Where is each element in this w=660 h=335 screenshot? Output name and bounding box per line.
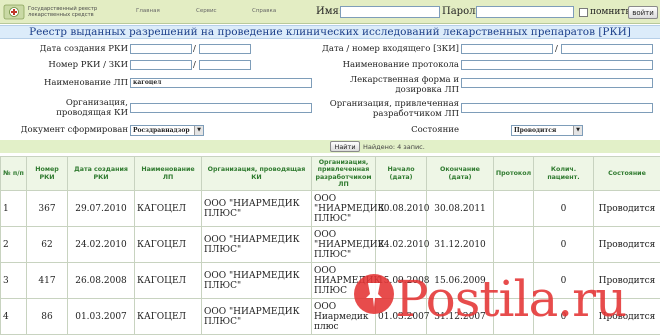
cell-dev-org: ООО "НИАРМЕДИК ПЛЮС" (311, 190, 385, 227)
status-select[interactable]: Проводится ▼ (511, 125, 583, 136)
date-input-2[interactable] (199, 44, 251, 54)
incoming-input-2[interactable] (561, 44, 653, 54)
cell-drug-name: КАГОЦЕЛ (134, 190, 202, 227)
found-count: Найдено: 4 запис. (363, 143, 425, 151)
number-label: Номер РКИ / ЗКИ (48, 60, 128, 70)
form-label: Лекарственная форма и дозировка ЛП (350, 75, 459, 95)
cell-org: ООО "НИАРМЕДИК ПЛЮС" (201, 298, 312, 335)
chevron-down-icon: ▼ (194, 126, 203, 135)
org-input[interactable] (130, 103, 312, 113)
doc-select[interactable]: Росздравнадзор ▼ (130, 125, 204, 136)
cell-patients: 0 (533, 226, 594, 263)
cell-rki-number[interactable]: 417 (26, 262, 68, 299)
cell-num: 4 (0, 298, 27, 335)
col-header-created[interactable]: Дата создания РКИ (67, 156, 135, 191)
page-title: Реестр выданных разрешений на проведение… (0, 25, 660, 39)
cell-created: 24.02.2010 (67, 226, 135, 263)
cell-dev-org: ООО "НИАРМЕДИК ПЛЮС" (311, 226, 385, 263)
table-row[interactable]: 2 62 24.02.2010 КАГОЦЕЛ ООО "НИАРМЕДИК П… (0, 226, 660, 263)
table-header-row: № п/п Номер РКИ Дата создания РКИ Наимен… (0, 156, 660, 191)
nav-service[interactable]: Сервис (196, 8, 217, 14)
cell-num: 3 (0, 262, 27, 299)
cell-num: 2 (0, 226, 27, 263)
remember-label: помнить (590, 7, 631, 17)
col-header-rki-number[interactable]: Номер РКИ (26, 156, 68, 191)
table-row[interactable]: 1 367 29.07.2010 КАГОЦЕЛ ООО "НИАРМЕДИК … (0, 190, 660, 227)
chevron-down-icon: ▼ (573, 126, 582, 135)
logo-icon (3, 4, 25, 20)
cell-start: 24.02.2010 (375, 226, 430, 263)
site-logo[interactable]: Государственный реестр лекарственных сре… (3, 3, 108, 21)
col-header-start[interactable]: Начало (дата) (375, 156, 427, 191)
form-input[interactable] (461, 78, 653, 88)
incoming-input[interactable] (461, 44, 553, 54)
login-panel: Имя: Пароль: помнить войти (272, 0, 660, 24)
number-input-2[interactable] (199, 60, 251, 70)
dev-org-input[interactable] (461, 103, 653, 113)
cell-end: 30.08.2011 (426, 190, 494, 227)
nav-home[interactable]: Главная (136, 8, 160, 14)
protocol-input[interactable] (461, 60, 653, 70)
cell-start: 30.08.2010 (375, 190, 430, 227)
logo-text: Государственный реестр лекарственных сре… (28, 6, 98, 18)
cell-created: 29.07.2010 (67, 190, 135, 227)
watermark-text: Postila.ru (395, 270, 627, 328)
cell-rki-number[interactable]: 86 (26, 298, 68, 335)
date-label: Дата создания РКИ (39, 44, 128, 54)
doc-select-value: Росздравнадзор (133, 127, 190, 134)
password-input[interactable] (476, 6, 574, 18)
dev-org-label: Организация, привлеченная разработчиком … (329, 99, 459, 119)
cell-patients: 0 (533, 190, 594, 227)
cell-org: ООО "НИАРМЕДИК ПЛЮС" (201, 262, 312, 299)
separator-slash-3: / (555, 44, 558, 54)
col-header-protocol[interactable]: Протокол (493, 156, 534, 191)
date-input[interactable] (130, 44, 192, 54)
cell-rki-number[interactable]: 62 (26, 226, 68, 263)
name-input[interactable]: кагоцел (130, 78, 312, 88)
cell-end: 31.12.2010 (426, 226, 494, 263)
login-input[interactable] (340, 6, 440, 18)
cell-protocol (493, 226, 534, 263)
org-label: Организация, проводящая КИ (56, 98, 128, 118)
pin-icon (354, 274, 394, 314)
number-input[interactable] (130, 60, 192, 70)
status-select-value: Проводится (514, 127, 557, 134)
col-header-end[interactable]: Окончание (дата) (426, 156, 494, 191)
cell-created: 01.03.2007 (67, 298, 135, 335)
cell-org: ООО "НИАРМЕДИК ПЛЮС" (201, 226, 312, 263)
protocol-label: Наименование протокола (342, 60, 459, 70)
name-label: Наименование ЛП (44, 78, 128, 88)
doc-label: Документ сформирован (20, 125, 128, 135)
cell-rki-number[interactable]: 367 (26, 190, 68, 227)
cell-protocol (493, 190, 534, 227)
cell-drug-name: КАГОЦЕЛ (134, 298, 202, 335)
login-button[interactable]: войти (628, 6, 658, 19)
login-label: Имя: (316, 6, 343, 17)
cell-num: 1 (0, 190, 27, 227)
separator-slash: / (193, 44, 196, 54)
col-header-patients[interactable]: Колич. пациент. (533, 156, 594, 191)
cell-org: ООО "НИАРМЕДИК ПЛЮС" (201, 190, 312, 227)
col-header-dev-org[interactable]: Организация, привлеченная разработчиком … (311, 156, 376, 191)
col-header-org[interactable]: Организация, проводящая КИ (201, 156, 312, 191)
top-header: Государственный реестр лекарственных сре… (0, 0, 660, 24)
incoming-label: Дата / номер входящего [ЗКИ] (321, 44, 459, 54)
cell-status: Проводится (593, 190, 660, 227)
col-header-num[interactable]: № п/п (0, 156, 27, 191)
col-header-status[interactable]: Состояние (593, 156, 660, 191)
status-label: Состояние (411, 125, 459, 135)
cell-status: Проводится (593, 226, 660, 263)
remember-checkbox[interactable] (579, 8, 588, 17)
find-button[interactable]: Найти (330, 141, 360, 152)
cell-drug-name: КАГОЦЕЛ (134, 226, 202, 263)
cell-drug-name: КАГОЦЕЛ (134, 262, 202, 299)
col-header-drug-name[interactable]: Наименование ЛП (134, 156, 202, 191)
cell-created: 26.08.2008 (67, 262, 135, 299)
separator-slash-2: / (193, 60, 196, 70)
